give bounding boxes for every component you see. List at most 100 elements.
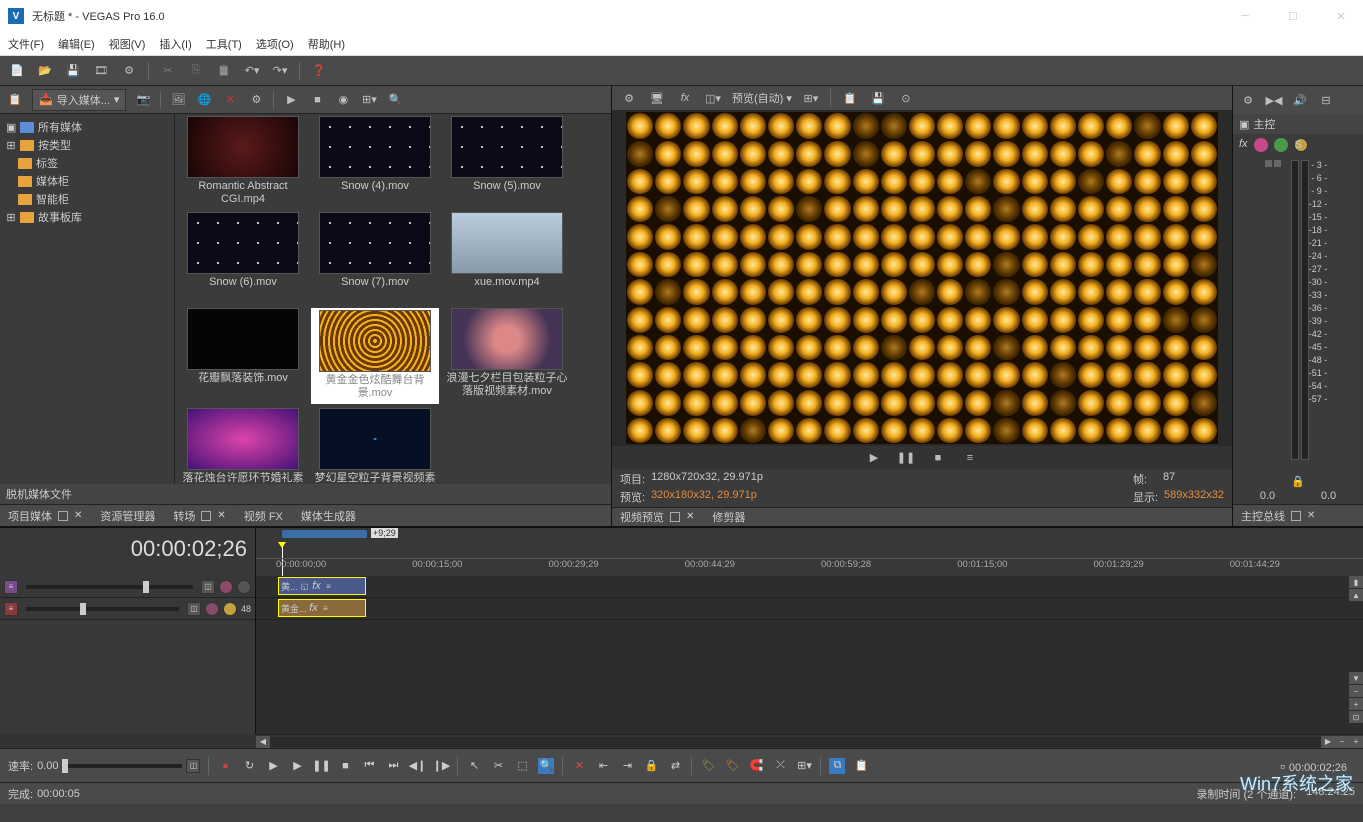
menu-tools[interactable]: 工具(T) xyxy=(206,36,242,52)
video-track-header[interactable]: ≡ ◫ xyxy=(0,576,255,598)
tab-explorer[interactable]: 资源管理器 xyxy=(100,508,155,524)
media-thumbnail[interactable]: Snow (5).mov xyxy=(443,116,571,208)
play-icon[interactable]: ▶ xyxy=(289,758,305,774)
scroll-right-icon[interactable]: ▶ xyxy=(1321,736,1335,748)
menu-options[interactable]: 选项(O) xyxy=(256,36,294,52)
menu-insert[interactable]: 插入(I) xyxy=(159,36,191,52)
loop-region[interactable] xyxy=(282,530,367,538)
media-thumbnail[interactable]: 黄金金色炫酷舞台背景.mov xyxy=(311,308,439,404)
record-icon[interactable]: ● xyxy=(217,758,233,774)
capture-icon[interactable]: 📷 xyxy=(134,91,152,109)
bottom-timecode[interactable]: ▫ 00:00:02;26 xyxy=(1280,758,1347,774)
copy-snapshot-icon[interactable]: 📋 xyxy=(841,89,859,107)
auto-crossfade-icon[interactable]: ⤫ xyxy=(772,758,788,774)
menu-edit[interactable]: 编辑(E) xyxy=(58,36,95,52)
trim-end-icon[interactable]: ⇥ xyxy=(619,758,635,774)
pan-crop-icon[interactable]: ◱ xyxy=(300,581,310,591)
marker-icon[interactable]: ▮ xyxy=(1349,576,1363,588)
stop-icon[interactable]: ■ xyxy=(929,449,947,467)
auto-ripple-icon[interactable]: ⇄ xyxy=(667,758,683,774)
menu-view[interactable]: 视图(V) xyxy=(109,36,146,52)
media-thumbnail[interactable]: Snow (4).mov xyxy=(311,116,439,208)
media-thumbnail[interactable]: Romantic Abstract CGI.mp4 xyxy=(179,116,307,208)
tree-by-type[interactable]: ⊞按类型 xyxy=(4,136,170,154)
tab-project-media[interactable]: 项目媒体✕ xyxy=(8,508,82,524)
undo-icon[interactable]: ↶▾ xyxy=(243,62,261,80)
track-maximize-icon[interactable]: ◫ xyxy=(201,580,215,594)
track-content-area[interactable]: 黄... ◱ fx ≡ 黄金... fx ≡ xyxy=(256,576,1363,734)
timeline-hscroll[interactable]: ◀ ▶ − + xyxy=(256,734,1363,748)
loop-icon[interactable]: ↻ xyxy=(241,758,257,774)
save-snapshot-icon[interactable]: 💾 xyxy=(869,89,887,107)
paste-icon[interactable]: 📋 xyxy=(215,62,233,80)
tab-trimmer[interactable]: 修剪器 xyxy=(712,509,745,525)
mixer-properties-icon[interactable]: ⚙ xyxy=(1239,91,1257,109)
redo-icon[interactable]: ↷▾ xyxy=(271,62,289,80)
tab-master-bus[interactable]: 主控总线✕ xyxy=(1241,508,1315,524)
track-menu-icon[interactable]: ≡ xyxy=(4,580,18,594)
pause-icon[interactable]: ❚❚ xyxy=(897,449,915,467)
tab-media-generators[interactable]: 媒体生成器 xyxy=(301,508,356,524)
cut-icon[interactable]: ✂ xyxy=(159,62,177,80)
external-monitor-icon[interactable]: 🖥 xyxy=(648,89,666,107)
play-start-icon[interactable]: ▶ xyxy=(265,758,281,774)
tree-smart-bin[interactable]: 智能柜 xyxy=(4,190,170,208)
media-thumbnail[interactable]: xue.mov.mp4 xyxy=(443,212,571,304)
tree-tags[interactable]: 标签 xyxy=(4,154,170,172)
video-clip[interactable]: 黄... ◱ fx ≡ xyxy=(278,577,366,595)
lock-icon[interactable]: 🔒 xyxy=(1233,475,1363,488)
ignore-event-grouping-icon[interactable]: ⧉ xyxy=(829,758,845,774)
autoplay-icon[interactable]: ◉ xyxy=(334,91,352,109)
marker-add-icon[interactable]: 🏷 xyxy=(700,758,716,774)
vzoom-fit-icon[interactable]: ⊡ xyxy=(1349,711,1363,723)
audio-track-row[interactable]: 黄金... fx ≡ xyxy=(256,598,1363,620)
video-fx-icon[interactable]: fx xyxy=(676,89,694,107)
event-menu-icon[interactable]: ≡ xyxy=(321,603,331,613)
help-context-icon[interactable]: ❓ xyxy=(310,62,328,80)
project-properties-icon[interactable]: ⚙ xyxy=(620,89,638,107)
overlay-icon[interactable]: ⊞▾ xyxy=(802,89,820,107)
maximize-button[interactable]: ☐ xyxy=(1279,2,1307,30)
downmix-icon[interactable]: ⊟ xyxy=(1317,91,1335,109)
trim-start-icon[interactable]: ⇤ xyxy=(595,758,611,774)
media-properties-icon[interactable]: 📋 xyxy=(6,91,24,109)
media-thumbnail[interactable]: 落花烛台许愿环节婚礼素材.mp4 xyxy=(179,408,307,484)
menu-icon[interactable]: ≡ xyxy=(961,449,979,467)
preview-quality-dropdown[interactable]: 预览(自动) ▾ xyxy=(732,90,792,106)
stop-icon[interactable]: ■ xyxy=(308,91,326,109)
media-thumbnail[interactable]: 浪漫七夕栏目包装粒子心落版视频素材.mov xyxy=(443,308,571,404)
event-menu-icon[interactable]: ≡ xyxy=(324,581,334,591)
event-fx-icon[interactable]: fx xyxy=(312,581,322,591)
track-fx-icon[interactable] xyxy=(219,580,233,594)
remove-unused-icon[interactable]: 🌐 xyxy=(195,91,213,109)
zoom-in-icon[interactable]: + xyxy=(1349,736,1363,748)
automation-icon[interactable] xyxy=(1274,138,1288,152)
event-list-icon[interactable]: 📋 xyxy=(853,758,869,774)
vzoom-out-icon[interactable]: − xyxy=(1349,685,1363,697)
close-button[interactable]: ✕ xyxy=(1327,2,1355,30)
vscroll-down-icon[interactable]: ▼ xyxy=(1349,672,1363,684)
properties-icon[interactable]: ⚙ xyxy=(120,62,138,80)
pause-icon[interactable]: ❚❚ xyxy=(313,758,329,774)
audio-fx-icon[interactable]: fx xyxy=(1239,138,1248,152)
media-thumbnail[interactable]: 花瓣飘落装饰.mov xyxy=(179,308,307,404)
thumbnail-area[interactable]: Romantic Abstract CGI.mp4Snow (4).movSno… xyxy=(175,114,611,484)
menu-file[interactable]: 文件(F) xyxy=(8,36,44,52)
timeline-timecode[interactable]: 00:00:02;26 xyxy=(0,528,255,562)
prev-frame-icon[interactable]: ◀❙ xyxy=(409,758,425,774)
tree-storyboard[interactable]: ⊞故事板库 xyxy=(4,208,170,226)
track-vol-slider[interactable] xyxy=(26,607,179,611)
dim-icon[interactable]: 🔊 xyxy=(1291,91,1309,109)
track-automation-icon[interactable] xyxy=(237,580,251,594)
save-icon[interactable]: 💾 xyxy=(64,62,82,80)
video-scopes-icon[interactable]: ⊙ xyxy=(897,89,915,107)
normal-edit-icon[interactable]: ↖ xyxy=(466,758,482,774)
rate-reset-icon[interactable]: ◫ xyxy=(186,759,200,773)
timeline-ruler-area[interactable]: +9;29 00:00:00;0000:00:15;0000:00:29;290… xyxy=(256,528,1363,576)
split-icon[interactable]: ✂ xyxy=(490,758,506,774)
snap-icon[interactable]: 🧲 xyxy=(748,758,764,774)
next-frame-icon[interactable]: ❙▶ xyxy=(433,758,449,774)
play-icon[interactable]: ▶ xyxy=(282,91,300,109)
quantize-icon[interactable]: ⊞▾ xyxy=(796,758,812,774)
track-level-slider[interactable] xyxy=(26,585,193,589)
